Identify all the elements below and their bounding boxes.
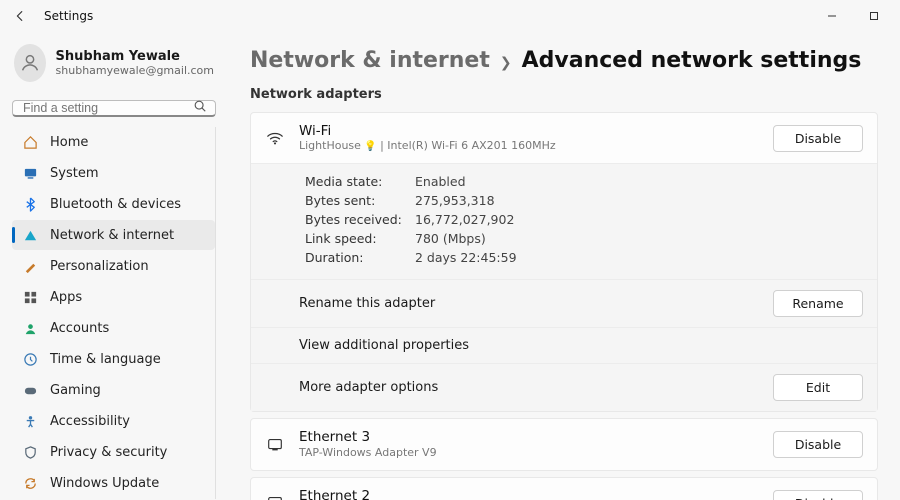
back-button[interactable] xyxy=(6,2,34,30)
adapter-card-ethernet3: Ethernet 3 TAP-Windows Adapter V9 Disabl… xyxy=(250,418,878,470)
stat-key: Bytes received: xyxy=(305,212,415,227)
edit-button[interactable]: Edit xyxy=(773,374,863,401)
bulb-icon: 💡 xyxy=(361,141,377,152)
ethernet-icon xyxy=(265,494,285,500)
sidebar-item-accessibility[interactable]: Accessibility xyxy=(12,406,215,436)
maximize-button[interactable] xyxy=(854,2,894,30)
section-title: Network adapters xyxy=(250,87,878,102)
sidebar-item-label: Gaming xyxy=(50,383,101,398)
system-icon xyxy=(22,165,38,181)
personalization-icon xyxy=(22,258,38,274)
sidebar-item-label: Accounts xyxy=(50,321,109,336)
adapter-title: Wi-Fi xyxy=(299,123,556,139)
sidebar: Shubham Yewale shubhamyewale@gmail.com H… xyxy=(0,32,228,500)
sidebar-item-label: Home xyxy=(50,135,88,150)
sidebar-item-label: Windows Update xyxy=(50,476,159,491)
ethernet-icon xyxy=(265,436,285,454)
stat-key: Duration: xyxy=(305,250,415,265)
breadcrumb: Network & internet ❯ Advanced network se… xyxy=(250,48,878,73)
sidebar-item-label: Personalization xyxy=(50,259,149,274)
more-options-row[interactable]: More adapter options Edit xyxy=(251,363,877,411)
adapter-card-ethernet2: Ethernet 2 TAP-NordVPN Windows Adapter V… xyxy=(250,477,878,500)
sidebar-item-system[interactable]: System xyxy=(12,158,215,188)
stat-value: 275,953,318 xyxy=(415,193,863,208)
more-options-label: More adapter options xyxy=(299,380,438,395)
adapter-subtitle: LightHouse 💡 | Intel(R) Wi-Fi 6 AX201 16… xyxy=(299,139,556,153)
adapter-card-wifi: Wi-Fi LightHouse 💡 | Intel(R) Wi-Fi 6 AX… xyxy=(250,112,878,412)
gaming-icon xyxy=(22,382,38,398)
stat-value: 2 days 22:45:59 xyxy=(415,250,863,265)
adapter-title: Ethernet 3 xyxy=(299,429,437,445)
accessibility-icon xyxy=(22,413,38,429)
network-icon xyxy=(22,227,38,243)
bluetooth-icon xyxy=(22,196,38,212)
search-input[interactable] xyxy=(23,101,185,115)
apps-icon xyxy=(22,289,38,305)
main-content: Network & internet ❯ Advanced network se… xyxy=(228,32,900,500)
stat-value: Enabled xyxy=(415,174,863,189)
sidebar-item-gaming[interactable]: Gaming xyxy=(12,375,215,405)
stat-key: Media state: xyxy=(305,174,415,189)
adapter-details: Media state: Enabled Bytes sent: 275,953… xyxy=(251,163,877,411)
nav-list: Home System Bluetooth & devices Network … xyxy=(12,127,216,499)
rename-row[interactable]: Rename this adapter Rename xyxy=(251,279,877,327)
sidebar-item-label: Accessibility xyxy=(50,414,130,429)
sidebar-item-home[interactable]: Home xyxy=(12,127,215,157)
profile-email: shubhamyewale@gmail.com xyxy=(56,64,214,77)
disable-button[interactable]: Disable xyxy=(773,490,863,500)
stat-value: 16,772,027,902 xyxy=(415,212,863,227)
sidebar-item-apps[interactable]: Apps xyxy=(12,282,215,312)
sidebar-item-network[interactable]: Network & internet xyxy=(12,220,215,250)
sidebar-item-accounts[interactable]: Accounts xyxy=(12,313,215,343)
sidebar-item-personalization[interactable]: Personalization xyxy=(12,251,215,281)
sidebar-item-time[interactable]: Time & language xyxy=(12,344,215,374)
wifi-icon xyxy=(265,129,285,147)
sidebar-item-label: Privacy & security xyxy=(50,445,167,460)
breadcrumb-parent[interactable]: Network & internet xyxy=(250,48,490,73)
view-properties-row[interactable]: View additional properties xyxy=(251,327,877,363)
rename-button[interactable]: Rename xyxy=(773,290,863,317)
sidebar-item-label: Bluetooth & devices xyxy=(50,197,181,212)
update-icon xyxy=(22,475,38,491)
time-icon xyxy=(22,351,38,367)
disable-button[interactable]: Disable xyxy=(773,431,863,458)
titlebar: Settings xyxy=(0,0,900,32)
adapter-title: Ethernet 2 xyxy=(299,488,489,500)
sidebar-item-label: Apps xyxy=(50,290,82,305)
rename-label: Rename this adapter xyxy=(299,296,435,311)
view-properties-label: View additional properties xyxy=(299,338,469,353)
sidebar-item-label: Time & language xyxy=(50,352,161,367)
adapter-header-ethernet3[interactable]: Ethernet 3 TAP-Windows Adapter V9 Disabl… xyxy=(251,419,877,469)
profile-name: Shubham Yewale xyxy=(56,49,214,65)
sidebar-item-bluetooth[interactable]: Bluetooth & devices xyxy=(12,189,215,219)
search-box[interactable] xyxy=(12,100,216,117)
profile-block[interactable]: Shubham Yewale shubhamyewale@gmail.com xyxy=(12,40,216,90)
stat-key: Link speed: xyxy=(305,231,415,246)
adapter-header-wifi[interactable]: Wi-Fi LightHouse 💡 | Intel(R) Wi-Fi 6 AX… xyxy=(251,113,877,163)
minimize-button[interactable] xyxy=(812,2,852,30)
chevron-right-icon: ❯ xyxy=(500,55,512,71)
breadcrumb-current: Advanced network settings xyxy=(522,48,862,73)
shield-icon xyxy=(22,444,38,460)
search-icon xyxy=(193,99,207,117)
home-icon xyxy=(22,134,38,150)
sidebar-item-label: System xyxy=(50,166,98,181)
avatar xyxy=(14,44,46,82)
accounts-icon xyxy=(22,320,38,336)
window-title: Settings xyxy=(44,9,93,23)
sidebar-item-privacy[interactable]: Privacy & security xyxy=(12,437,215,467)
stat-value: 780 (Mbps) xyxy=(415,231,863,246)
sidebar-item-label: Network & internet xyxy=(50,228,174,243)
disable-button[interactable]: Disable xyxy=(773,125,863,152)
stat-key: Bytes sent: xyxy=(305,193,415,208)
sidebar-item-update[interactable]: Windows Update xyxy=(12,468,215,498)
adapter-subtitle: TAP-Windows Adapter V9 xyxy=(299,446,437,460)
adapter-header-ethernet2[interactable]: Ethernet 2 TAP-NordVPN Windows Adapter V… xyxy=(251,478,877,500)
